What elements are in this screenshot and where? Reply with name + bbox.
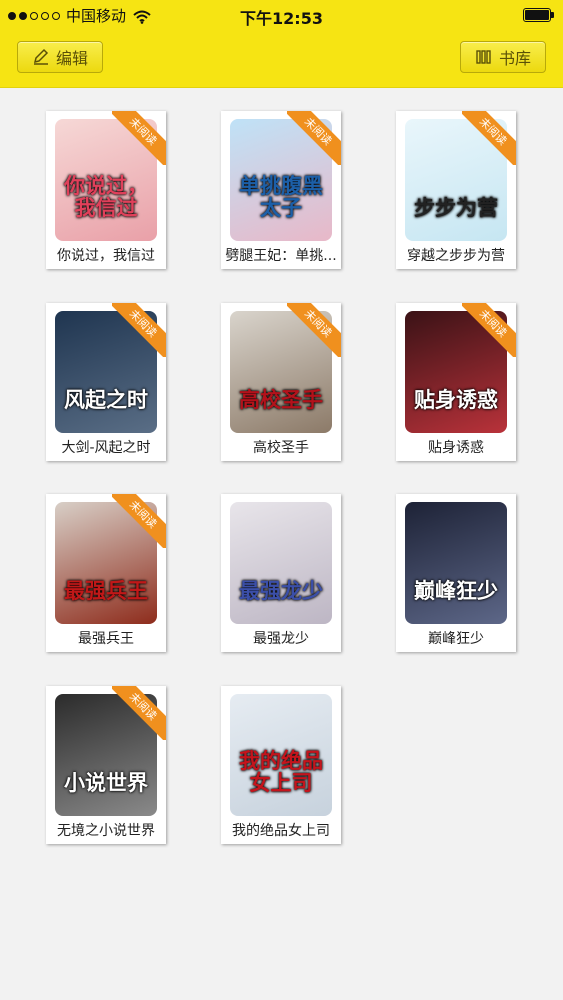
status-time: 下午12:53 (240, 9, 323, 28)
unread-ribbon: 未阅读 (287, 111, 341, 165)
edit-button[interactable]: 编辑 (17, 41, 103, 73)
book-title: 你说过，我信过 (57, 248, 155, 264)
book-cover-title: 步步为营 (414, 194, 498, 220)
book-item[interactable]: 最强兵王 最强兵王 未阅读 (46, 494, 166, 652)
battery-nub (551, 12, 554, 18)
book-item[interactable]: 你说过， 我信过你说过，我信过 未阅读 (46, 111, 166, 269)
book-cover: 巅峰狂少 (405, 502, 507, 624)
book-item[interactable]: 巅峰狂少 巅峰狂少 (396, 494, 516, 652)
book-title: 无境之小说世界 (57, 823, 155, 839)
book-item[interactable]: 贴身诱惑 贴身诱惑 未阅读 (396, 303, 516, 461)
book-cover-title: 贴身诱惑 (414, 386, 498, 412)
book-item[interactable]: 高校圣手 高校圣手 未阅读 (221, 303, 341, 461)
book-title: 最强龙少 (253, 631, 309, 647)
book-title: 高校圣手 (253, 440, 309, 456)
book-title: 我的绝品女上司 (232, 823, 330, 839)
unread-ribbon: 未阅读 (462, 111, 516, 165)
book-item[interactable]: 我的绝品 女上司我的绝品女上司 (221, 686, 341, 844)
edit-button-label: 编辑 (55, 49, 88, 68)
book-item[interactable]: 步步为营穿越之步步为营 未阅读 (396, 111, 516, 269)
nav-bar: 编辑 书库 (0, 30, 563, 88)
unread-badge: 未阅读 (112, 686, 166, 740)
book-cover-title: 单挑腹黑太子 (239, 172, 323, 220)
book-cover-title: 风起之时 (64, 386, 148, 412)
book-item[interactable]: 小说世界无境之小说世界 未阅读 (46, 686, 166, 844)
book-title: 大剑-风起之时 (61, 440, 151, 456)
book-title: 贴身诱惑 (428, 440, 484, 456)
unread-ribbon: 未阅读 (112, 303, 166, 357)
unread-badge: 未阅读 (287, 303, 341, 357)
unread-ribbon: 未阅读 (462, 303, 516, 357)
library-button[interactable]: 书库 (460, 41, 546, 73)
battery-icon (523, 8, 554, 22)
book-title: 巅峰狂少 (428, 631, 484, 647)
book-cover-title: 最强兵王 (64, 577, 148, 603)
library-button-label: 书库 (498, 49, 531, 68)
book-title: 穿越之步步为营 (407, 248, 505, 264)
pencil-icon (32, 48, 50, 66)
unread-badge: 未阅读 (462, 111, 516, 165)
book-item[interactable]: 最强龙少 最强龙少 (221, 494, 341, 652)
book-item[interactable]: 风起之时大剑-风起之时 未阅读 (46, 303, 166, 461)
book-cover-title: 高校圣手 (239, 386, 323, 412)
unread-badge: 未阅读 (112, 111, 166, 165)
unread-badge: 未阅读 (287, 111, 341, 165)
book-title: 劈腿王妃：单挑... (225, 248, 337, 264)
unread-ribbon: 未阅读 (112, 686, 166, 740)
book-cover: 我的绝品 女上司 (230, 694, 332, 816)
book-cover-title: 小说世界 (64, 769, 148, 795)
book-cover-title: 我的绝品 女上司 (239, 747, 323, 795)
status-bar: 中国移动 下午12:53 (0, 0, 563, 30)
book-cover-title: 你说过， 我信过 (64, 172, 148, 220)
unread-ribbon: 未阅读 (112, 494, 166, 548)
unread-badge: 未阅读 (112, 494, 166, 548)
bookshelf-icon (475, 48, 493, 66)
unread-badge: 未阅读 (462, 303, 516, 357)
book-cover-title: 巅峰狂少 (414, 577, 498, 603)
unread-ribbon: 未阅读 (112, 111, 166, 165)
book-item[interactable]: 单挑腹黑太子劈腿王妃：单挑... 未阅读 (221, 111, 341, 269)
book-cover: 最强龙少 (230, 502, 332, 624)
book-title: 最强兵王 (78, 631, 134, 647)
battery-fill (525, 10, 549, 20)
unread-badge: 未阅读 (112, 303, 166, 357)
book-cover-title: 最强龙少 (239, 577, 323, 603)
unread-ribbon: 未阅读 (287, 303, 341, 357)
